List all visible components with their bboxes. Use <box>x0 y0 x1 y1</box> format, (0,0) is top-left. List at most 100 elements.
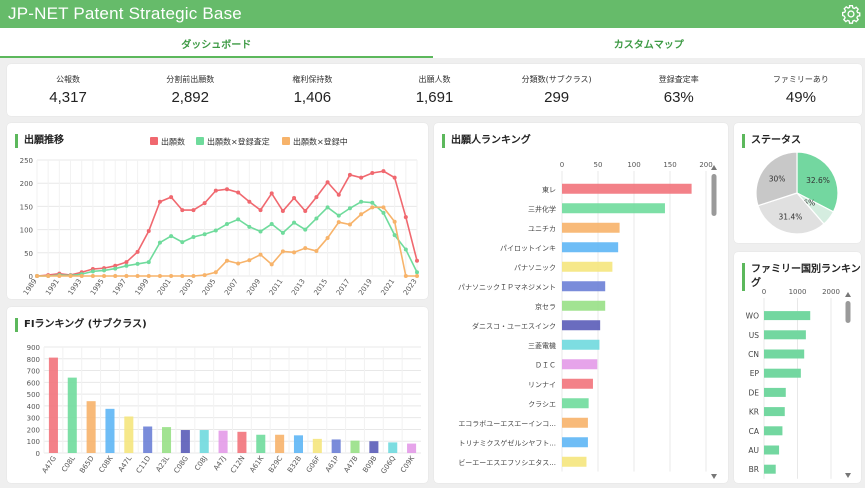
x-tick-label: A23L <box>155 454 172 473</box>
data-point <box>392 219 397 224</box>
bar <box>764 407 785 417</box>
summary-stats: 公報数 4,317 分割前出願数 2,892 権利保持数 1,406 出願人数 1,69… <box>7 64 862 116</box>
y-tick-label: 三菱電機 <box>528 341 556 350</box>
stat-applications: 分割前出願数 2,892 <box>129 64 251 116</box>
x-tick-label: A47G <box>41 455 59 475</box>
x-tick-label: C12N <box>229 455 246 475</box>
data-point <box>292 250 297 255</box>
stat-value: 49% <box>785 89 816 106</box>
data-point <box>325 205 330 210</box>
trend-chart: 0501001502002501989 1991 1993 1995 1997 1999 2… <box>20 137 419 297</box>
fi-card: FIランキング (サブクラス) 0 100 200 300 400 500 600 700 80… <box>7 307 428 483</box>
x-tick-label: 2021 <box>380 278 397 297</box>
y-tick-label: DE <box>748 388 759 397</box>
data-point <box>35 274 39 278</box>
family-scrollbar[interactable] <box>844 290 852 480</box>
stat-label: 登録査定率 <box>658 75 699 84</box>
data-point <box>359 199 364 204</box>
stat-label: 公報数 <box>56 75 81 84</box>
data-point <box>269 222 274 227</box>
y-tick-label: 東レ <box>542 185 556 194</box>
data-point <box>135 274 140 278</box>
bar <box>218 430 228 453</box>
y-tick-label: 200 <box>20 180 33 188</box>
data-point <box>370 205 375 210</box>
stat-classes: 分類数(サブクラス) 299 <box>496 64 618 116</box>
data-point <box>303 246 308 251</box>
data-point <box>280 249 285 254</box>
bar <box>105 408 115 453</box>
data-point <box>79 274 84 278</box>
bar <box>275 434 285 453</box>
data-point <box>292 196 297 201</box>
y-tick-label: KR <box>749 408 759 417</box>
data-point <box>370 200 375 205</box>
y-tick-label: 三井化学 <box>528 204 556 213</box>
data-point <box>247 258 252 263</box>
stat-value: 1,406 <box>293 89 332 106</box>
data-point <box>225 258 229 263</box>
data-point <box>403 247 408 252</box>
x-tick-label: C11D <box>135 455 153 475</box>
bar <box>256 434 266 453</box>
data-point <box>124 274 129 278</box>
data-point <box>57 274 62 278</box>
bar <box>143 426 153 453</box>
y-tick-label: CN <box>748 350 759 359</box>
bar <box>48 357 58 453</box>
data-point <box>146 228 151 233</box>
data-point <box>336 220 341 225</box>
y-tick-label: WO <box>746 312 759 321</box>
stat-value: 1,691 <box>415 89 454 106</box>
data-point <box>392 233 397 238</box>
applicant-scrollbar[interactable] <box>710 163 718 481</box>
data-point <box>292 220 297 225</box>
bar <box>562 281 606 292</box>
tab-custom-map[interactable]: カスタムマップ <box>433 28 865 58</box>
bar <box>764 464 776 474</box>
y-tick-label: US <box>749 331 759 340</box>
data-point <box>180 208 185 213</box>
x-tick-label: C08K <box>98 454 115 474</box>
bar <box>764 368 801 378</box>
data-point <box>202 232 207 237</box>
x-tick-label: 2009 <box>245 278 262 297</box>
y-tick-label: EP <box>750 369 760 378</box>
data-point <box>347 206 352 211</box>
data-point <box>157 274 162 278</box>
data-point <box>157 199 162 204</box>
applicant-chart: 0 50 100 150 200東レ三井化学ユニチカパイロットインキパナソニックパナソニ… <box>458 161 713 472</box>
y-tick-label: パナソニック <box>514 264 556 272</box>
x-tick-label: 1997 <box>111 278 128 297</box>
x-tick-label: C09K <box>399 454 416 474</box>
data-point <box>124 260 129 265</box>
x-tick-label: 1993 <box>67 278 84 297</box>
x-tick-label: 2003 <box>178 278 195 297</box>
x-tick-label: 1991 <box>44 278 61 297</box>
bar <box>407 443 417 453</box>
data-point <box>258 252 263 257</box>
app-title: JP-NET Patent Strategic Base <box>8 4 242 23</box>
y-tick-label: AU <box>748 446 759 455</box>
data-point <box>325 235 330 240</box>
x-tick-label: A47L <box>117 454 134 473</box>
x-tick-label: 1995 <box>89 278 106 297</box>
y-tick-label: 100 <box>27 438 40 446</box>
data-point <box>247 199 252 204</box>
y-tick-label: トリナミクスゲゼルシヤフト... <box>459 438 556 447</box>
data-point <box>236 190 241 195</box>
stat-rights: 権利保持数 1,406 <box>251 64 373 116</box>
y-tick-label: CA <box>749 427 760 436</box>
data-point <box>370 170 375 175</box>
y-tick-label: 250 <box>20 157 33 165</box>
legend-label: 出願数×登録中 <box>293 137 348 147</box>
y-tick-label: 100 <box>20 227 33 235</box>
bar <box>562 242 619 253</box>
data-point <box>180 240 185 245</box>
y-tick-label: 500 <box>27 391 40 399</box>
data-point <box>157 240 162 245</box>
data-point <box>392 175 397 180</box>
gear-icon[interactable] <box>841 4 861 24</box>
bar <box>369 441 379 453</box>
tab-dashboard[interactable]: ダッシュボード <box>0 28 433 58</box>
